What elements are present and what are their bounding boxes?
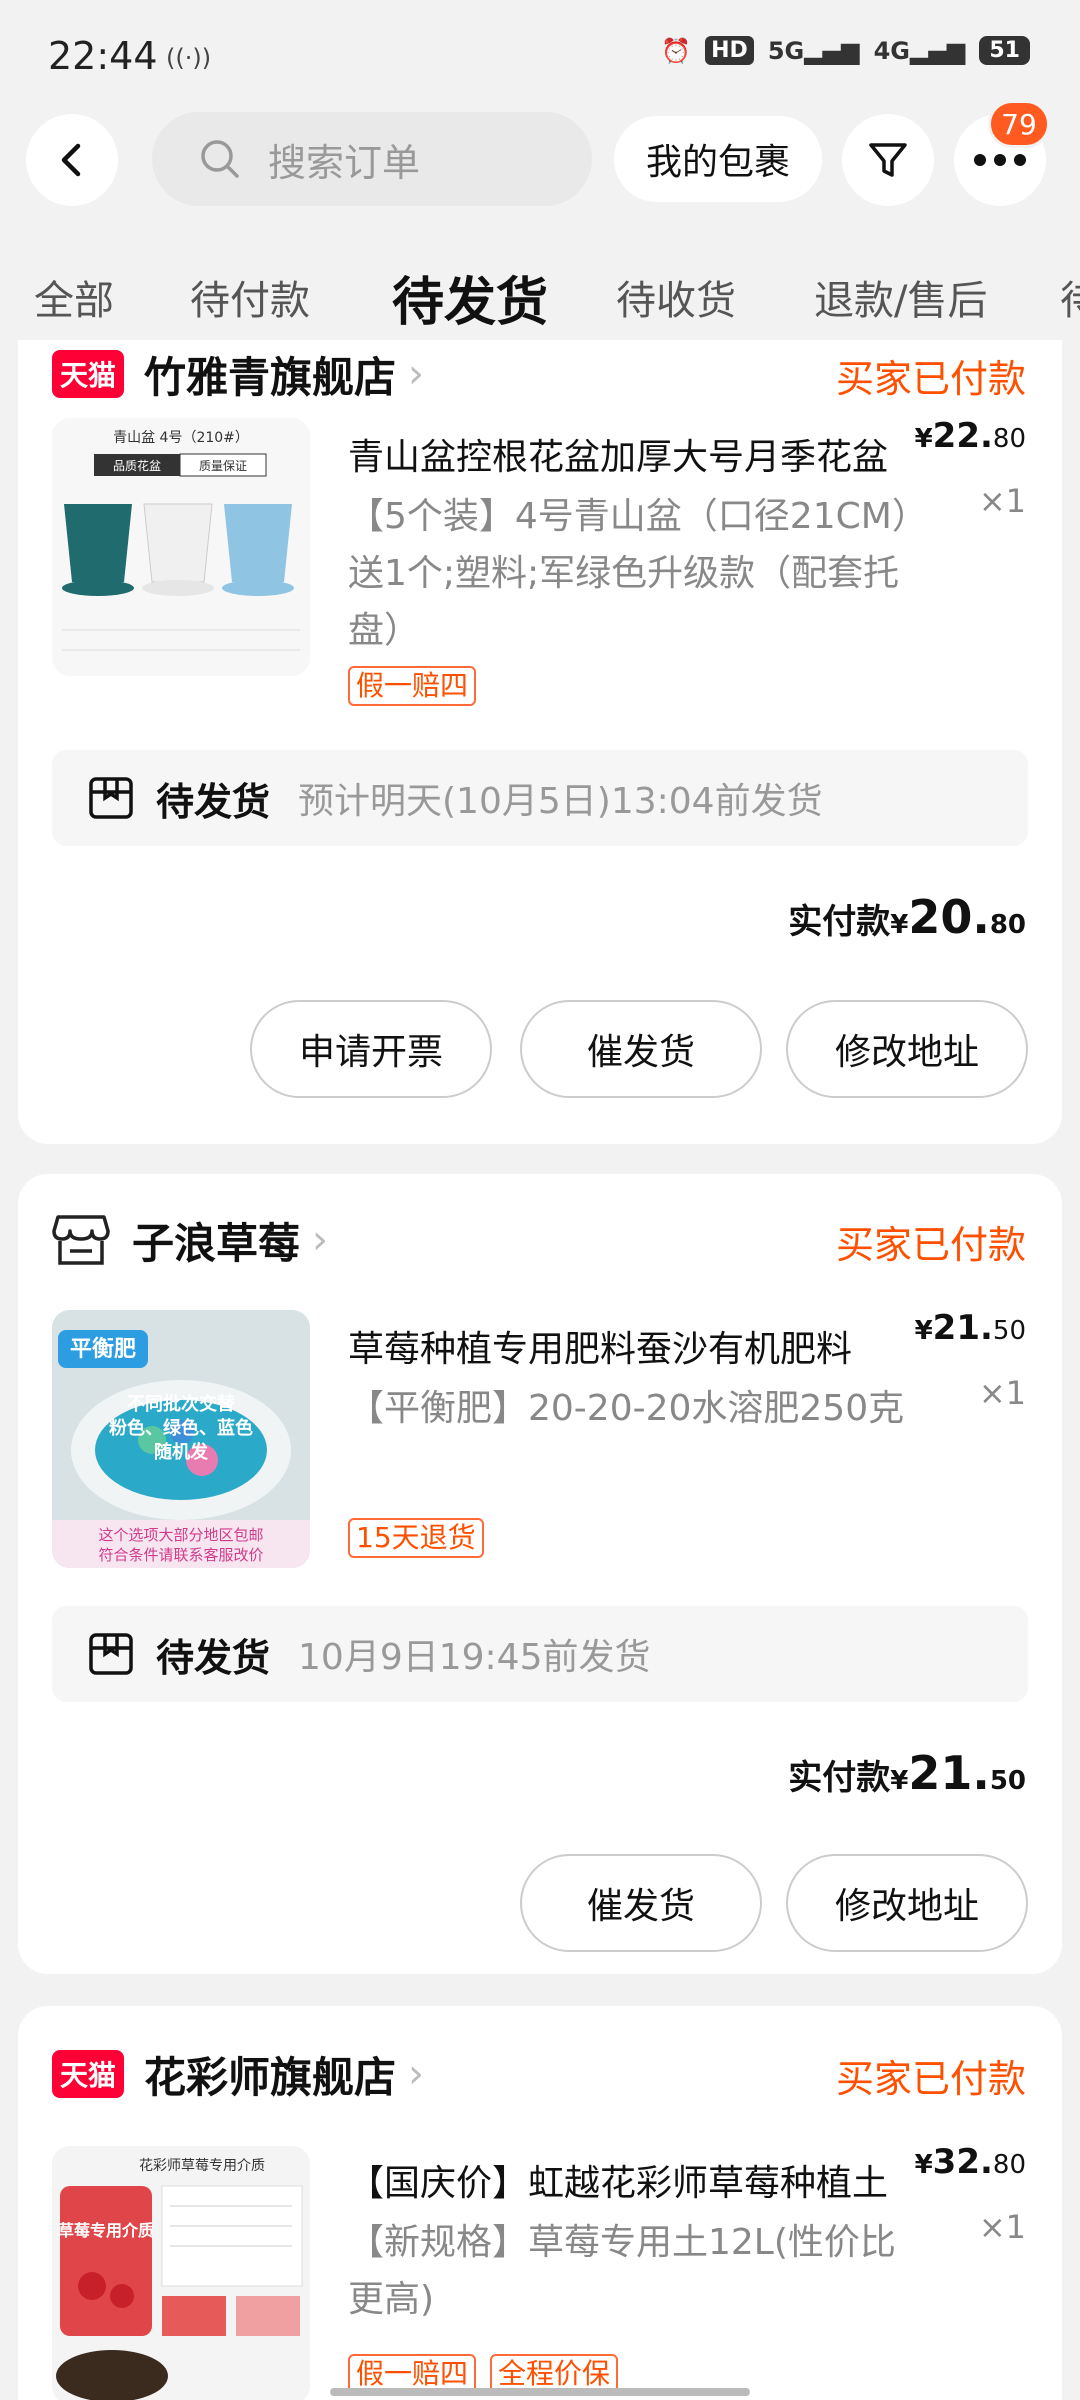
svg-text:青山盆 4号（210#）: 青山盆 4号（210#） [113, 430, 249, 446]
shop-row[interactable]: 天猫 花彩师旗舰店 › [52, 2044, 424, 2104]
filter-icon [869, 143, 907, 177]
service-tags: 15天退货 [348, 1518, 484, 1558]
shipping-estimate: 10月9日19:45前发货 [298, 1637, 651, 1678]
product-quantity: ×1 [978, 2208, 1026, 2246]
svg-text:符合条件请联系客服改价: 符合条件请联系客服改价 [98, 1546, 263, 1564]
search-placeholder: 搜索订单 [268, 140, 421, 185]
product-sku: 【5个装】4号青山盆（口径21CM）送1个;塑料;军绿色升级款（配套托盘） [348, 496, 928, 651]
tmall-logo: 天猫 [52, 350, 125, 398]
tmall-logo: 天猫 [52, 2050, 125, 2098]
tab-pending-payment[interactable]: 待付款 [190, 268, 310, 326]
order-card[interactable]: 子浪草莓 › 买家已付款 平衡肥 不同批次交替 粉色、绿色、蓝色 随机发 这个选… [18, 1174, 1062, 1974]
change-address-button[interactable]: 修改地址 [786, 1000, 1028, 1098]
order-total: 实付款¥20.80 [788, 890, 1026, 944]
signal-4g-icon: 4G▂▄▆ [873, 36, 966, 65]
my-packages-button[interactable]: 我的包裹 [614, 116, 822, 202]
service-tag: 假一赔四 [348, 666, 477, 706]
product-image[interactable]: 平衡肥 不同批次交替 粉色、绿色、蓝色 随机发 这个选项大部分地区包邮 符合条件… [52, 1310, 310, 1568]
shipping-info[interactable]: 待发货 预计明天(10月5日)13:04前发货 [52, 750, 1028, 846]
chevron-left-icon [61, 143, 81, 177]
svg-text:随机发: 随机发 [154, 1441, 209, 1463]
tab-pending-receipt[interactable]: 待收货 [616, 268, 736, 326]
product-price: ¥32.80 [914, 2142, 1026, 2182]
tab-more[interactable]: 待 [1060, 268, 1080, 326]
home-indicator[interactable] [330, 2388, 750, 2396]
product-title[interactable]: 【国庆价】虹越花彩师草莓种植土 [348, 2154, 928, 2206]
filter-button[interactable] [842, 114, 934, 206]
svg-text:草莓专用介质: 草莓专用介质 [58, 2221, 154, 2240]
order-status: 买家已付款 [835, 357, 1026, 401]
search-icon [201, 140, 239, 178]
top-nav: 搜索订单 我的包裹 [0, 110, 1080, 210]
urge-shipment-button[interactable]: 催发货 [520, 1000, 762, 1098]
tab-pending-shipment[interactable]: 待发货 [392, 260, 548, 335]
status-bar: 22:44 ((·)) ⏰ HD 5G▂▄▆ 4G▂▄▆ 51 [0, 0, 1080, 110]
order-total: 实付款¥21.50 [788, 1746, 1026, 1800]
battery-icon: 51 [979, 36, 1030, 65]
svg-text:平衡肥: 平衡肥 [70, 1336, 136, 1362]
package-icon [89, 777, 133, 819]
chevron-right-icon: › [408, 2051, 425, 2097]
order-card[interactable]: 天猫 花彩师旗舰店 › 买家已付款 花彩师草莓专用介质 草莓专用介质 【国庆价】… [18, 2006, 1062, 2400]
product-quantity: ×1 [978, 482, 1026, 520]
tab-refund[interactable]: 退款/售后 [814, 268, 987, 326]
search-input[interactable]: 搜索订单 [152, 112, 592, 206]
product-title[interactable]: 草莓种植专用肥料蚕沙有机肥料 [348, 1320, 928, 1372]
more-dots-icon [974, 154, 1026, 166]
product-quantity: ×1 [978, 1374, 1026, 1412]
status-time: 22:44 [48, 34, 158, 78]
product-title[interactable]: 青山盆控根花盆加厚大号月季花盆 [348, 428, 928, 480]
shop-name[interactable]: 花彩师旗舰店 [144, 2044, 396, 2105]
soil-image: 花彩师草莓专用介质 草莓专用介质 [52, 2146, 310, 2400]
order-status: 买家已付款 [835, 1223, 1026, 1267]
shipping-status: 待发货 [156, 1635, 271, 1680]
service-tag: 15天退货 [348, 1518, 484, 1558]
chevron-right-icon: › [312, 1217, 329, 1263]
change-address-button[interactable]: 修改地址 [786, 1854, 1028, 1952]
product-sku: 【平衡肥】20-20-20水溶肥250克 [348, 1388, 905, 1429]
order-status: 买家已付款 [835, 2057, 1026, 2101]
hotspot-icon: ((·)) [166, 44, 212, 72]
fertilizer-image: 平衡肥 不同批次交替 粉色、绿色、蓝色 随机发 这个选项大部分地区包邮 符合条件… [52, 1310, 310, 1568]
urge-shipment-button[interactable]: 催发货 [520, 1854, 762, 1952]
svg-text:质量保证: 质量保证 [199, 459, 247, 473]
signal-5g-icon: 5G▂▄▆ [767, 36, 860, 65]
product-sku: 【新规格】草莓专用土12L(性价比更高) [348, 2222, 896, 2320]
flowerpot-image: 青山盆 4号（210#） 品质花盆 质量保证 [52, 418, 310, 676]
request-invoice-button[interactable]: 申请开票 [250, 1000, 492, 1098]
service-tags: 假一赔四 [348, 666, 477, 706]
package-icon [89, 1633, 133, 1675]
store-icon [52, 1215, 110, 1265]
svg-text:粉色、绿色、蓝色: 粉色、绿色、蓝色 [109, 1417, 253, 1439]
product-image[interactable]: 青山盆 4号（210#） 品质花盆 质量保证 [52, 418, 310, 676]
shop-row[interactable]: 子浪草莓 › [52, 1210, 328, 1270]
order-tabs: 全部 待付款 待发货 待收货 退款/售后 待 [0, 250, 1080, 340]
product-price: ¥22.80 [914, 416, 1026, 456]
svg-text:花彩师草莓专用介质: 花彩师草莓专用介质 [139, 2158, 265, 2174]
svg-text:不同批次交替: 不同批次交替 [127, 1393, 236, 1415]
chevron-right-icon: › [408, 351, 425, 397]
shop-name[interactable]: 竹雅青旗舰店 [144, 344, 396, 405]
status-icons: ⏰ HD 5G▂▄▆ 4G▂▄▆ 51 [661, 36, 1030, 65]
product-price: ¥21.50 [914, 1308, 1026, 1348]
back-button[interactable] [26, 114, 118, 206]
shipping-info[interactable]: 待发货 10月9日19:45前发货 [52, 1606, 1028, 1702]
svg-text:这个选项大部分地区包邮: 这个选项大部分地区包邮 [98, 1526, 263, 1544]
shop-row[interactable]: 天猫 竹雅青旗舰店 › [52, 344, 424, 404]
order-list[interactable]: 天猫 竹雅青旗舰店 › 买家已付款 青山盆 4号（210#） 品质花盆 质量保证 [0, 340, 1080, 2400]
svg-text:品质花盆: 品质花盆 [113, 458, 161, 473]
shipping-status: 待发货 [156, 779, 271, 824]
shop-name[interactable]: 子浪草莓 [132, 1210, 300, 1271]
message-count-badge: 79 [988, 100, 1050, 148]
tab-all[interactable]: 全部 [34, 268, 114, 326]
order-card[interactable]: 天猫 竹雅青旗舰店 › 买家已付款 青山盆 4号（210#） 品质花盆 质量保证 [18, 340, 1062, 1144]
alarm-icon: ⏰ [661, 36, 692, 65]
hd-icon: HD [705, 36, 754, 65]
shipping-estimate: 预计明天(10月5日)13:04前发货 [298, 781, 823, 822]
product-image[interactable]: 花彩师草莓专用介质 草莓专用介质 [52, 2146, 310, 2400]
